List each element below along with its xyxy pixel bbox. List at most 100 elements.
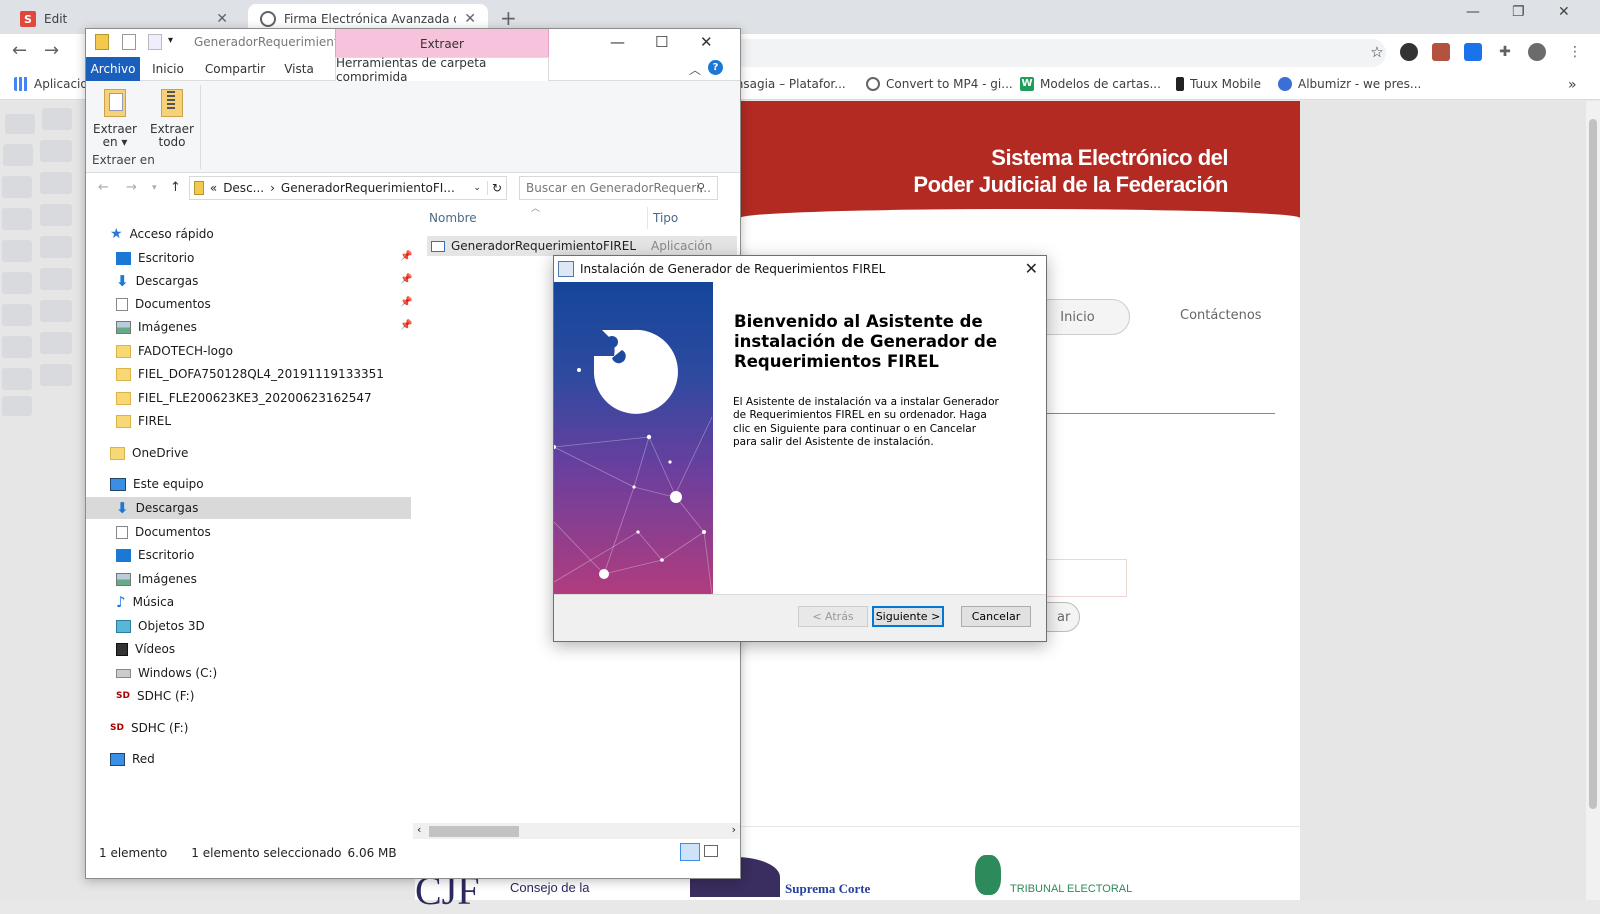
menu-dots-icon[interactable]: ⋮: [1566, 43, 1584, 61]
nav-quick-access[interactable]: ★ Acceso rápido: [110, 223, 214, 245]
address-overflow[interactable]: «: [210, 181, 217, 195]
scroll-right-icon[interactable]: ›: [732, 823, 736, 836]
installer-content: Bienvenido al Asistente de instalación d…: [554, 282, 1046, 594]
installer-app-icon: [558, 261, 574, 277]
download-icon: ⬇: [116, 272, 129, 290]
next-button[interactable]: Siguiente >: [872, 606, 944, 627]
nav-sdhc-pc[interactable]: SD SDHC (F:): [116, 685, 194, 707]
close-icon[interactable]: ✕: [1025, 259, 1038, 278]
nav-sdhc[interactable]: SD SDHC (F:): [110, 717, 188, 739]
properties-icon[interactable]: [122, 34, 136, 50]
refresh-icon[interactable]: ↻: [486, 181, 506, 195]
bookmark-convert[interactable]: Convert to MP4 - gi...: [866, 77, 1013, 91]
nav-escritorio-quick[interactable]: Escritorio: [116, 247, 194, 269]
extract-all-button[interactable]: Extraer todo: [147, 87, 197, 149]
quick-access-dropdown-icon[interactable]: ▾: [168, 35, 173, 46]
up-arrow-icon[interactable]: ↑: [170, 180, 181, 195]
installer-body-text: El Asistente de instalación va a instala…: [733, 396, 999, 449]
bookmark-modelos[interactable]: W Modelos de cartas...: [1020, 77, 1161, 91]
nav-windows-c[interactable]: Windows (C:): [116, 662, 217, 684]
tab-herramientas[interactable]: Herramientas de carpeta comprimida: [335, 56, 549, 84]
nav-imagenes-pc[interactable]: Imágenes: [116, 568, 197, 590]
new-folder-icon[interactable]: [148, 34, 162, 50]
close-window-icon[interactable]: ✕: [1558, 4, 1570, 20]
file-name: GeneradorRequerimientoFIREL: [451, 239, 637, 253]
nav-onedrive[interactable]: OneDrive: [110, 442, 188, 464]
tab-archivo[interactable]: Archivo: [86, 57, 140, 81]
tab-vista[interactable]: Vista: [276, 57, 322, 81]
close-tab-icon[interactable]: ✕: [464, 11, 476, 27]
explorer-title: GeneradorRequerimient...: [194, 35, 351, 49]
nav-folder-fadotech[interactable]: FADOTECH-logo: [116, 340, 233, 362]
nav-objetos-3d[interactable]: Objetos 3D: [116, 615, 205, 637]
nav-documentos-quick[interactable]: Documentos: [116, 293, 211, 315]
back-button[interactable]: < Atrás: [798, 606, 868, 627]
tab-compartir[interactable]: Compartir: [198, 57, 272, 81]
pin-icon[interactable]: 📌: [400, 251, 412, 262]
pin-icon[interactable]: 📌: [400, 297, 412, 308]
nav-folder-fiel-dofa[interactable]: FIEL_DOFA750128QL4_20191119133351: [116, 363, 384, 385]
pin-icon[interactable]: 📌: [400, 320, 412, 331]
nav-descargas-quick[interactable]: ⬇ Descargas: [116, 270, 198, 292]
scrollbar-thumb[interactable]: [429, 826, 519, 837]
recent-locations-icon[interactable]: ▾: [152, 183, 157, 193]
pin-icon[interactable]: 📌: [400, 274, 412, 285]
close-tab-icon[interactable]: ✕: [216, 11, 228, 27]
horizontal-scrollbar[interactable]: ‹ ›: [413, 823, 740, 839]
new-tab-button[interactable]: +: [500, 6, 517, 30]
bookmark-tuux[interactable]: Tuux Mobile: [1176, 77, 1261, 91]
bookmark-label: Aplicacio: [34, 77, 88, 91]
help-icon[interactable]: ?: [708, 60, 723, 75]
breadcrumb-current[interactable]: GeneradorRequerimientoFI...: [281, 181, 467, 195]
maximize-icon[interactable]: ☐: [655, 33, 668, 51]
back-arrow-icon[interactable]: ←: [98, 180, 109, 195]
close-icon[interactable]: ✕: [700, 33, 713, 51]
nav-folder-firel[interactable]: FIREL: [116, 410, 171, 432]
nav-descargas-pc[interactable]: ⬇ Descargas: [86, 497, 411, 519]
file-row[interactable]: GeneradorRequerimientoFIREL Aplicación: [427, 236, 737, 256]
nav-documentos-pc[interactable]: Documentos: [116, 521, 211, 543]
tab-inicio[interactable]: Inicio: [140, 57, 196, 81]
cancel-button[interactable]: Cancelar: [961, 606, 1031, 627]
column-separator[interactable]: [647, 207, 648, 229]
breadcrumb-descargas[interactable]: Desc...: [223, 181, 264, 195]
large-icons-view-icon[interactable]: [704, 845, 718, 857]
details-view-icon[interactable]: [680, 843, 700, 861]
minimize-icon[interactable]: —: [1466, 4, 1480, 20]
column-header-name[interactable]: Nombre: [429, 211, 477, 225]
bookmark-albumizr[interactable]: Albumizr - we pres...: [1278, 77, 1421, 91]
nav-red[interactable]: Red: [110, 748, 155, 770]
nav-folder-fiel-fle[interactable]: FIEL_FLE200623KE3_20200623162547: [116, 387, 372, 409]
nav-contact-link[interactable]: Contáctenos: [1180, 308, 1262, 323]
address-dropdown-icon[interactable]: ⌄: [473, 183, 481, 193]
screenshot-extension-icon[interactable]: [1464, 43, 1482, 61]
page-scrollbar[interactable]: [1586, 101, 1600, 900]
scroll-left-icon[interactable]: ‹: [417, 823, 421, 836]
scrollbar-thumb[interactable]: [1589, 119, 1597, 809]
restore-icon[interactable]: ❐: [1512, 4, 1525, 20]
nav-label: SDHC (F:): [136, 689, 195, 703]
pdf-extension-icon[interactable]: [1432, 43, 1450, 61]
forward-arrow-icon[interactable]: →: [44, 40, 59, 61]
avatar[interactable]: [1528, 43, 1546, 61]
puzzle-icon[interactable]: ✚: [1496, 43, 1514, 61]
nav-videos[interactable]: Vídeos: [116, 638, 175, 660]
star-icon[interactable]: ☆: [1368, 43, 1386, 61]
nav-musica[interactable]: ♪ Música: [116, 591, 174, 613]
collapse-ribbon-icon[interactable]: ︿: [689, 61, 701, 78]
header-title-line1: Sistema Electrónico del: [991, 145, 1228, 170]
column-header-type[interactable]: Tipo: [653, 211, 678, 225]
explorer-address-bar[interactable]: « Desc... › GeneradorRequerimientoFI... …: [189, 176, 507, 200]
forward-arrow-icon[interactable]: →: [126, 180, 137, 195]
nav-escritorio-pc[interactable]: Escritorio: [116, 544, 194, 566]
extract-to-button[interactable]: Extraer en ▾: [90, 87, 140, 149]
bookmark-apps[interactable]: Aplicacio: [14, 77, 88, 91]
more-bookmarks-button[interactable]: »: [1568, 77, 1577, 93]
minimize-icon[interactable]: —: [610, 33, 625, 51]
extension-icon[interactable]: [1400, 43, 1418, 61]
explorer-search-input[interactable]: Buscar en GeneradorRequeri...: [519, 176, 718, 200]
installer-titlebar: Instalación de Generador de Requerimient…: [554, 256, 1046, 282]
nav-imagenes-quick[interactable]: Imágenes: [116, 316, 197, 338]
nav-this-pc[interactable]: Este equipo: [110, 473, 204, 495]
back-arrow-icon[interactable]: ←: [12, 40, 27, 61]
